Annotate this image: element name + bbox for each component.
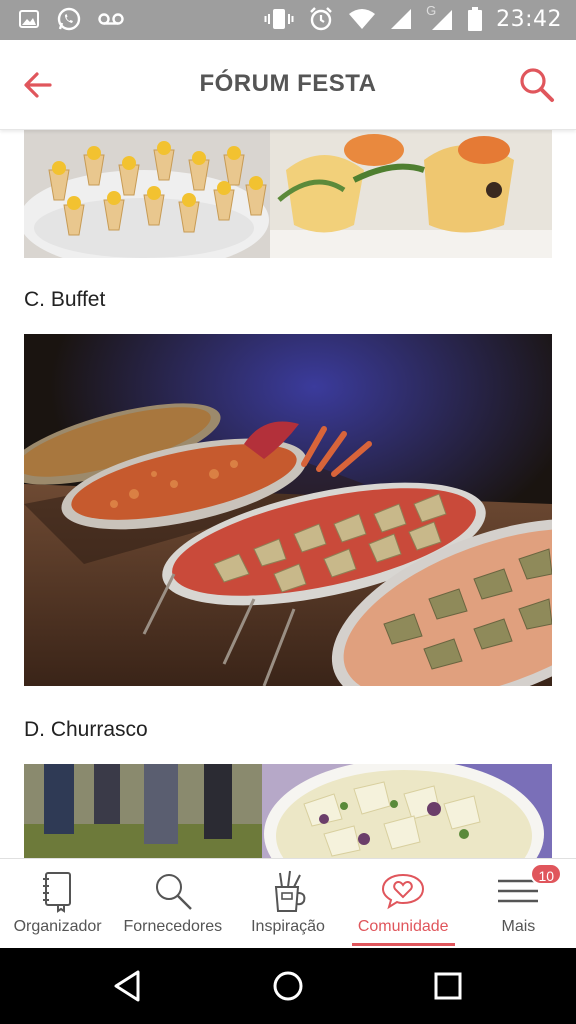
system-nav-bar [0, 948, 576, 1024]
whatsapp-icon [56, 6, 82, 32]
magnifier-icon [155, 874, 192, 910]
post-content[interactable]: C. Buffet D. Churrasco [0, 130, 576, 858]
nav-label-fornecedores: Fornecedores [123, 918, 223, 935]
alarm-icon [308, 6, 334, 32]
nav-label-comunidade: Comunidade [357, 918, 449, 935]
nav-item-organizador[interactable]: Organizador [0, 859, 115, 948]
triangle-back-icon [114, 970, 140, 1002]
signal-icon [390, 8, 412, 30]
nav-item-mais[interactable]: 10 Mais [461, 859, 576, 948]
notification-badge: 10 [530, 863, 563, 885]
nav-item-inspiracao[interactable]: Inspiração [230, 859, 345, 948]
cup-brushes-icon [274, 870, 306, 912]
food-image-churrasco [24, 764, 552, 858]
section-label-buffet: C. Buffet [24, 288, 106, 311]
system-back-button[interactable] [108, 966, 148, 1006]
bottom-nav: Organizador Fornecedores Inspiração Comu… [0, 858, 576, 948]
circle-home-icon [273, 971, 303, 1001]
status-left-icons [18, 6, 124, 32]
page-title: FÓRUM FESTA [199, 70, 377, 97]
system-home-button[interactable] [268, 966, 308, 1006]
status-bar: G 23:42 [0, 0, 576, 40]
system-recents-button[interactable] [428, 966, 468, 1006]
food-image-buffet [24, 334, 552, 686]
app-bar: FÓRUM FESTA [0, 40, 576, 130]
battery-icon [468, 7, 483, 31]
vibrate-icon [264, 7, 294, 31]
nav-item-comunidade[interactable]: Comunidade [346, 859, 461, 948]
search-button[interactable] [516, 64, 558, 106]
food-image-canapes [24, 130, 552, 258]
notebook-icon [42, 872, 71, 913]
voicemail-icon [98, 11, 124, 27]
image-icon [18, 8, 40, 30]
wifi-icon [348, 8, 376, 30]
nav-item-fornecedores[interactable]: Fornecedores [115, 859, 230, 948]
clock: 23:42 [496, 6, 562, 32]
g-signal-icon: G [426, 3, 454, 31]
status-right-icons: G 23:42 [264, 3, 562, 32]
nav-label-mais: Mais [501, 918, 536, 935]
search-icon [520, 68, 554, 102]
nav-label-inspiracao: Inspiração [251, 918, 325, 935]
square-recents-icon [434, 972, 462, 1000]
section-label-churrasco: D. Churrasco [24, 718, 148, 741]
heart-chat-icon [382, 873, 425, 910]
nav-label-organizador: Organizador [13, 918, 102, 935]
